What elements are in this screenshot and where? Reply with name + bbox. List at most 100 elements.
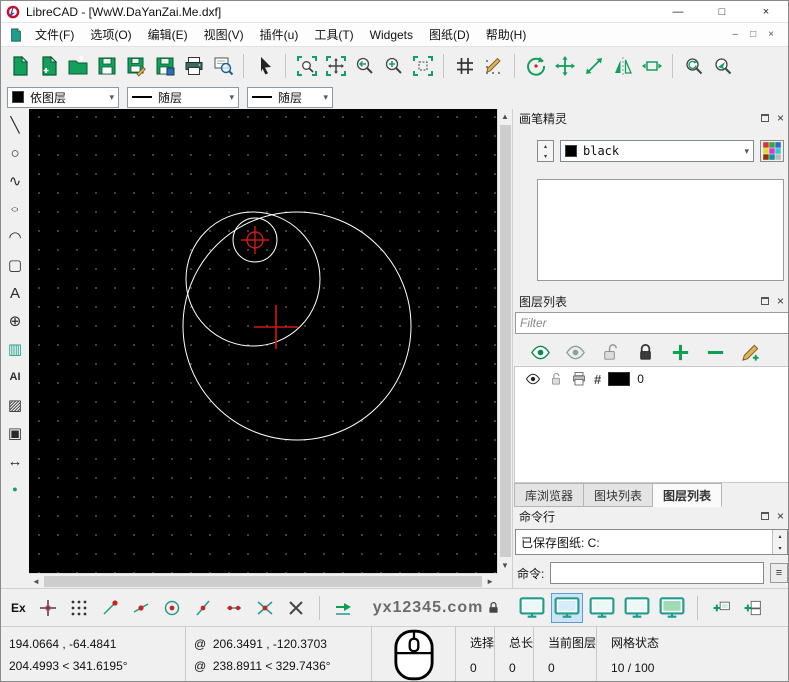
- arc-tool[interactable]: ◠: [2, 223, 28, 251]
- canvas-horizontal-scrollbar[interactable]: ◄ ►: [29, 573, 497, 588]
- close-dock-icon[interactable]: ×: [777, 112, 784, 124]
- scroll-up-icon[interactable]: ▲: [498, 109, 512, 124]
- mirror-button[interactable]: [609, 52, 636, 80]
- pen-color-select[interactable]: black ▾: [560, 140, 754, 162]
- restrict-horizontal-button[interactable]: [330, 595, 356, 621]
- command-input[interactable]: [550, 562, 764, 584]
- layer-color-swatch[interactable]: [608, 372, 630, 386]
- tab-library-browser[interactable]: 库浏览器: [514, 483, 584, 507]
- print-preview-button[interactable]: [209, 52, 236, 80]
- snap-middle-button[interactable]: [190, 595, 216, 621]
- zoom-window-button[interactable]: [293, 52, 320, 80]
- text-tool[interactable]: AI: [2, 363, 28, 391]
- tile-windows-button[interactable]: [739, 595, 765, 621]
- fly-view-button[interactable]: [709, 52, 736, 80]
- monitor-view-5-button[interactable]: [657, 594, 687, 622]
- rotate-button[interactable]: [522, 52, 549, 80]
- spin-up-icon[interactable]: ▴: [544, 143, 547, 150]
- save-button[interactable]: [93, 52, 120, 80]
- close-dock-icon[interactable]: ×: [777, 295, 784, 307]
- spline-tool[interactable]: ∿: [2, 167, 28, 195]
- text-arrow-tool[interactable]: A: [2, 279, 28, 307]
- layer-construction-icon[interactable]: #: [594, 372, 601, 387]
- menu-widgets[interactable]: Widgets: [362, 25, 421, 45]
- monitor-view-2-button[interactable]: [552, 594, 582, 622]
- scroll-down-icon[interactable]: ▼: [498, 558, 512, 573]
- dimension-tool[interactable]: ↔: [2, 447, 28, 475]
- exclusive-snap-button[interactable]: Ex: [7, 601, 30, 615]
- minimize-button[interactable]: —: [656, 1, 700, 22]
- vertical-scroll-thumb[interactable]: [500, 125, 511, 557]
- float-dock-icon[interactable]: [761, 297, 769, 305]
- drawing-canvas[interactable]: [29, 109, 497, 573]
- spin-down-icon[interactable]: ▾: [778, 545, 781, 552]
- print-button[interactable]: [180, 52, 207, 80]
- new-window-button[interactable]: [708, 595, 734, 621]
- menu-options[interactable]: 选项(O): [82, 23, 139, 46]
- layer-list[interactable]: # 0: [514, 366, 789, 483]
- layer-lock-icon[interactable]: [548, 371, 564, 387]
- menu-edit[interactable]: 编辑(E): [140, 23, 196, 46]
- scroll-right-icon[interactable]: ►: [483, 574, 497, 589]
- select-window-tool[interactable]: ▢: [2, 251, 28, 279]
- layer-visible-icon[interactable]: [525, 371, 541, 387]
- line-tool[interactable]: ╲: [2, 111, 28, 139]
- maximize-button[interactable]: □: [700, 1, 744, 22]
- restrict-nothing-button[interactable]: [283, 595, 309, 621]
- pen-linetype-combo[interactable]: 随层 ▾: [247, 87, 333, 108]
- command-history[interactable]: 已保存图纸: C: ▴▾: [515, 529, 788, 555]
- menu-file[interactable]: 文件(F): [27, 23, 82, 46]
- snap-center-button[interactable]: [159, 595, 185, 621]
- open-button[interactable]: [64, 52, 91, 80]
- horizontal-scroll-thumb[interactable]: [44, 576, 482, 587]
- history-spinner[interactable]: ▴▾: [772, 530, 787, 554]
- save-as-button[interactable]: [122, 52, 149, 80]
- menu-drawings[interactable]: 图纸(D): [421, 23, 478, 46]
- zoom-in-button[interactable]: [380, 52, 407, 80]
- scroll-left-icon[interactable]: ◄: [29, 574, 43, 589]
- ortho-draw-button[interactable]: [480, 52, 507, 80]
- snap-grid-button[interactable]: [66, 595, 92, 621]
- move-button[interactable]: [551, 52, 578, 80]
- new-from-template-button[interactable]: [35, 52, 62, 80]
- pen-width-spinbox[interactable]: ▴▾: [537, 140, 554, 162]
- spin-down-icon[interactable]: ▾: [544, 153, 547, 160]
- add-layer-button[interactable]: [667, 339, 693, 365]
- redraw-button[interactable]: [680, 52, 707, 80]
- mdi-close-button[interactable]: ×: [768, 29, 774, 40]
- spin-up-icon[interactable]: ▴: [778, 533, 781, 540]
- canvas-vertical-scrollbar[interactable]: ▲ ▼: [497, 109, 512, 573]
- monitor-view-1-button[interactable]: [517, 594, 547, 622]
- select-arrow-button[interactable]: [251, 52, 278, 80]
- pen-color-combo[interactable]: 依图层 ▾: [7, 87, 119, 108]
- menu-help[interactable]: 帮助(H): [478, 23, 535, 46]
- tab-layer-list[interactable]: 图层列表: [653, 483, 722, 507]
- ellipse-tool[interactable]: ○: [2, 195, 28, 223]
- pen-width-combo[interactable]: 随层 ▾: [127, 87, 239, 108]
- new-file-button[interactable]: [6, 52, 33, 80]
- grid-toggle-button[interactable]: [451, 52, 478, 80]
- zoom-pan-button[interactable]: [322, 52, 349, 80]
- unlock-all-layers-button[interactable]: [597, 339, 623, 365]
- snap-intersection-button[interactable]: [252, 595, 278, 621]
- zoom-auto-button[interactable]: [409, 52, 436, 80]
- snap-on-entity-button[interactable]: [128, 595, 154, 621]
- layer-print-icon[interactable]: [571, 371, 587, 387]
- menu-tools[interactable]: 工具(T): [306, 23, 361, 46]
- keyboard-focus-button[interactable]: ≡: [770, 563, 788, 583]
- pen-preview-list[interactable]: [537, 179, 784, 281]
- edit-layer-attributes-button[interactable]: [737, 339, 763, 365]
- snap-distance-button[interactable]: [221, 595, 247, 621]
- close-dock-icon[interactable]: ×: [777, 510, 784, 522]
- remove-layer-button[interactable]: [702, 339, 728, 365]
- menu-view[interactable]: 视图(V): [196, 23, 252, 46]
- zoom-previous-button[interactable]: [351, 52, 378, 80]
- monitor-view-4-button[interactable]: [622, 594, 652, 622]
- document-icon[interactable]: [5, 28, 27, 42]
- tab-block-list[interactable]: 图块列表: [584, 483, 653, 507]
- layer-row[interactable]: # 0: [515, 367, 788, 391]
- menu-plugins[interactable]: 插件(u): [252, 23, 307, 46]
- hatch-tool[interactable]: ▨: [2, 391, 28, 419]
- scale-button[interactable]: [580, 52, 607, 80]
- circle-tool[interactable]: ○: [2, 139, 28, 167]
